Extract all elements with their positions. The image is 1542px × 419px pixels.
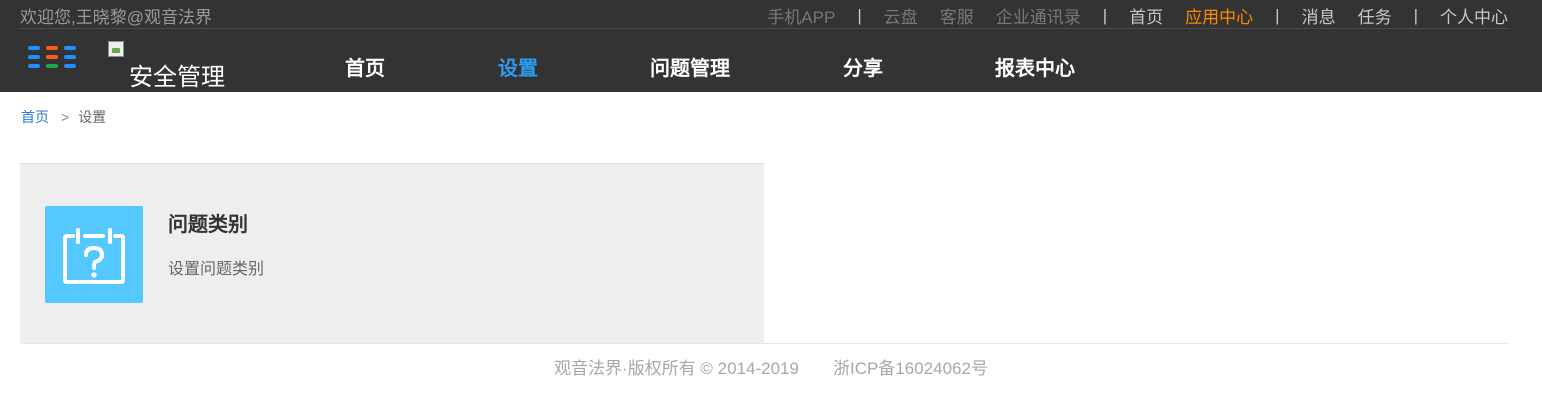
card-description: 设置问题类别 bbox=[168, 261, 265, 278]
top-link-separator: | bbox=[1102, 5, 1108, 25]
top-link-home[interactable]: 首页 bbox=[1129, 3, 1163, 28]
top-link-mobile-app[interactable]: 手机APP bbox=[767, 3, 835, 28]
main-nav: 首页 设置 问题管理 分享 报表中心 bbox=[0, 29, 1542, 92]
app-header: 欢迎您,王晓黎@观音法界 手机APP | 云盘 客服 企业通讯录 | 首页 应用… bbox=[0, 0, 1542, 92]
nav-item-report-center[interactable]: 报表中心 bbox=[995, 52, 1075, 81]
footer-copyright: 观音法界·版权所有 © 2014-2019 bbox=[554, 359, 799, 378]
top-link-separator: | bbox=[1413, 5, 1418, 25]
top-link-tasks[interactable]: 任务 bbox=[1358, 3, 1392, 28]
breadcrumb-separator: > bbox=[61, 109, 70, 125]
nav-item-settings[interactable]: 设置 bbox=[498, 52, 538, 81]
top-links: 手机APP | 云盘 客服 企业通讯录 | 首页 应用中心 | 消息 任务 | … bbox=[767, 3, 1508, 28]
issue-category-card[interactable]: 问题类别 设置问题类别 bbox=[20, 163, 764, 343]
nav-item-home[interactable]: 首页 bbox=[345, 52, 385, 81]
top-link-personal-center[interactable]: 个人中心 bbox=[1440, 3, 1508, 28]
nav-item-issue-management[interactable]: 问题管理 bbox=[650, 52, 730, 81]
top-link-cloud-disk[interactable]: 云盘 bbox=[884, 3, 918, 28]
breadcrumb-current: 设置 bbox=[78, 109, 107, 125]
top-link-messages[interactable]: 消息 bbox=[1302, 3, 1336, 28]
nav-item-share[interactable]: 分享 bbox=[843, 52, 883, 81]
top-link-app-center[interactable]: 应用中心 bbox=[1185, 3, 1253, 28]
top-link-separator: | bbox=[1275, 5, 1280, 25]
breadcrumb-home-link[interactable]: 首页 bbox=[21, 109, 49, 125]
card-title: 问题类别 bbox=[168, 214, 248, 236]
top-link-separator: | bbox=[857, 5, 862, 25]
settings-content: 问题类别 设置问题类别 bbox=[20, 163, 1508, 344]
welcome-text: 欢迎您,王晓黎@观音法界 bbox=[20, 8, 212, 27]
calendar-question-icon bbox=[45, 206, 143, 303]
top-bar: 欢迎您,王晓黎@观音法界 手机APP | 云盘 客服 企业通讯录 | 首页 应用… bbox=[20, 0, 1508, 29]
top-link-contacts[interactable]: 企业通讯录 bbox=[996, 3, 1081, 28]
footer-icp[interactable]: 浙ICP备16024062号 bbox=[833, 359, 988, 378]
top-link-customer-service[interactable]: 客服 bbox=[940, 3, 974, 28]
breadcrumb: 首页 > 设置 bbox=[21, 107, 106, 127]
footer: 观音法界·版权所有 © 2014-2019 浙ICP备16024062号 bbox=[0, 354, 1542, 379]
main-nav-row: 安全管理 首页 设置 问题管理 分享 报表中心 bbox=[0, 29, 1542, 92]
